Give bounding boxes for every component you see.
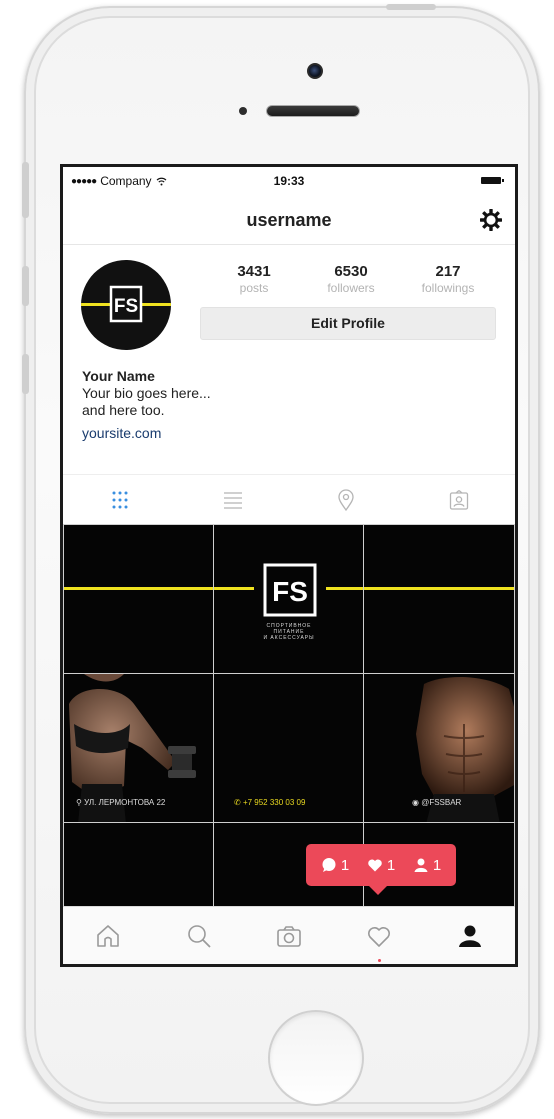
- fs-logo-icon: FS: [263, 563, 317, 617]
- battery-icon: [481, 177, 504, 184]
- home-icon: [97, 924, 120, 947]
- tabbar-camera[interactable]: [244, 907, 334, 964]
- brand-tagline: СПОРТИВНОЕ ПИТАНИЕ И АКСЕССУАРЫ: [244, 623, 334, 641]
- handle-caption: ◉ @FSSBAR: [412, 798, 461, 807]
- grid-post[interactable]: [63, 524, 214, 674]
- tab-location[interactable]: [289, 475, 402, 524]
- handle-text: @FSSBAR: [421, 798, 462, 807]
- notif-follows: 1: [413, 857, 441, 874]
- brand-stripe: [364, 587, 514, 590]
- tabbar-profile[interactable]: [425, 907, 515, 964]
- stat-followers[interactable]: 6530 followers: [303, 263, 399, 295]
- camera-icon: [277, 925, 301, 947]
- volume-up-button: [22, 266, 29, 306]
- gear-icon[interactable]: [479, 208, 503, 232]
- notif-likes: 1: [367, 857, 395, 874]
- grid-post[interactable]: [63, 822, 214, 912]
- bottom-tab-bar: [63, 906, 515, 964]
- grid-post[interactable]: FS СПОРТИВНОЕ ПИТАНИЕ И АКСЕССУАРЫ: [213, 524, 364, 674]
- phone-icon: ✆: [234, 798, 243, 807]
- posts-count: 3431: [237, 263, 271, 280]
- earpiece-speaker: [266, 105, 360, 117]
- grid-post[interactable]: ◉ @FSSBAR: [363, 673, 515, 823]
- website-link[interactable]: yoursite.com: [82, 425, 382, 442]
- volume-down-button: [22, 354, 29, 394]
- followers-label: followers: [327, 281, 375, 295]
- followings-label: followings: [421, 281, 475, 295]
- grid-logo-text: FS: [272, 576, 308, 607]
- follows-count: 1: [432, 856, 442, 874]
- phone-text: +7 952 330 03 09: [242, 798, 306, 807]
- tab-tagged[interactable]: [402, 475, 515, 524]
- bio-line-2: and here too.: [82, 402, 165, 418]
- tabbar-home[interactable]: [63, 907, 153, 964]
- home-button[interactable]: [268, 1010, 364, 1106]
- mute-switch: [22, 162, 29, 218]
- grid-post[interactable]: [363, 524, 515, 674]
- map-pin-icon: ⚲: [76, 798, 85, 807]
- stat-posts[interactable]: 3431 posts: [206, 263, 302, 295]
- profile-bio: Your Name Your bio goes here... and here…: [82, 368, 382, 442]
- notif-comments: 1: [321, 857, 349, 874]
- brand-stripe: [64, 587, 213, 590]
- grid-post[interactable]: ⚲ УЛ. ЛЕРМОНТОВА 22: [63, 673, 214, 823]
- grid-post[interactable]: ✆ +7 952 330 03 09: [213, 673, 364, 823]
- grid-icon: [112, 491, 127, 508]
- header-username: username: [246, 210, 332, 230]
- status-bar: ●●●●● Company 19:33: [63, 167, 515, 195]
- profile-name: Your Name: [82, 368, 155, 384]
- activity-notification-bubble[interactable]: 1 1 1: [306, 844, 456, 895]
- power-button: [386, 4, 436, 10]
- address-text: УЛ. ЛЕРМОНТОВА 22: [84, 798, 166, 807]
- brand-line-3: И АКСЕССУАРЫ: [263, 635, 315, 641]
- tabbar-search[interactable]: [153, 907, 243, 964]
- tagged-person-icon: [449, 489, 468, 510]
- followings-count: 217: [435, 263, 461, 280]
- comment-icon: [322, 858, 336, 872]
- stat-followings[interactable]: 217 followings: [400, 263, 496, 295]
- edit-profile-button[interactable]: Edit Profile: [200, 307, 496, 340]
- tabbar-activity[interactable]: [334, 907, 424, 964]
- tab-list[interactable]: [176, 475, 289, 524]
- front-camera: [307, 63, 323, 79]
- comments-count: 1: [340, 856, 350, 874]
- avatar-logo-text: FS: [114, 296, 138, 317]
- profile-view-tabs: [63, 474, 515, 524]
- phone-screen: ●●●●● Company 19:33 username FS 3431 pos…: [60, 164, 518, 967]
- address-caption: ⚲ УЛ. ЛЕРМОНТОВА 22: [76, 798, 165, 807]
- person-icon: [414, 858, 428, 872]
- profile-header: username: [63, 195, 515, 245]
- heart-icon: [368, 926, 391, 947]
- proximity-sensor: [239, 107, 247, 115]
- brand-stripe: [214, 587, 254, 590]
- heart-filled-icon: [368, 859, 382, 872]
- posts-label: posts: [239, 281, 269, 295]
- instagram-icon: ◉: [412, 798, 422, 807]
- activity-indicator-dot: [378, 959, 382, 962]
- location-pin-icon: [337, 488, 354, 511]
- profile-stats: 3431 posts 6530 followers 217 followings: [206, 263, 496, 295]
- likes-count: 1: [386, 856, 396, 874]
- profile-icon: [458, 925, 481, 947]
- tab-grid[interactable]: [63, 475, 176, 524]
- followers-count: 6530: [334, 263, 368, 280]
- brand-stripe: [326, 587, 363, 590]
- list-icon: [223, 491, 242, 509]
- phone-caption: ✆ +7 952 330 03 09: [234, 798, 305, 807]
- search-icon: [187, 924, 211, 948]
- fs-logo-avatar-icon: FS: [81, 285, 171, 323]
- clock: 19:33: [273, 174, 305, 188]
- avatar[interactable]: FS: [81, 260, 171, 350]
- bio-line-1: Your bio goes here...: [82, 385, 211, 401]
